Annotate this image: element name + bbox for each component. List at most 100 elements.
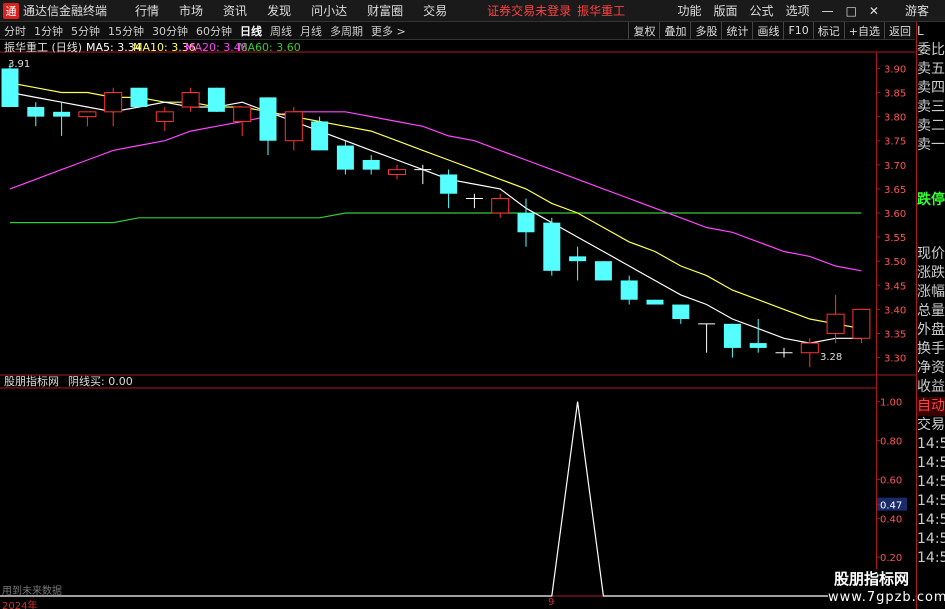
quote-sell1: 卖一 xyxy=(917,137,945,153)
menu-faxian[interactable]: 发现 xyxy=(257,2,301,19)
period-fenshi[interactable]: 分时 xyxy=(0,23,30,39)
menu-gongneng[interactable]: 功能 xyxy=(672,2,708,19)
current-stock-link[interactable]: 振华重工 xyxy=(577,2,625,19)
trade-tab[interactable]: 交易 xyxy=(917,416,945,435)
menu-xuanxiang[interactable]: 选项 xyxy=(780,2,816,19)
price-tick-label: 3.65 xyxy=(884,185,906,196)
price-tick-label: 3.80 xyxy=(884,113,906,124)
quote-sell4: 卖四 xyxy=(917,80,945,96)
price-tick-label: 3.60 xyxy=(884,209,906,220)
month-mark: 9 xyxy=(548,597,555,608)
price-tick-label: 3.90 xyxy=(884,64,906,75)
period-5min[interactable]: 5分钟 xyxy=(67,23,104,39)
fuquan-button[interactable]: 复权 xyxy=(628,21,659,40)
indicator-tick-label: 0.40 xyxy=(880,514,902,525)
indicator-tick-label: 0.80 xyxy=(880,437,902,448)
menu-hangqing[interactable]: 行情 xyxy=(125,2,169,19)
add-watchlist-button[interactable]: +自选 xyxy=(843,21,884,40)
period-more[interactable]: 更多 > xyxy=(367,23,410,39)
login-warning-link[interactable]: 证券交易未登录 xyxy=(487,2,571,19)
period-60min[interactable]: 60分钟 xyxy=(192,23,236,39)
quote-eps: 收益 xyxy=(917,379,945,395)
tick-time: 14:56 xyxy=(917,531,945,547)
candle xyxy=(1,63,19,107)
quote-sell3: 卖三 xyxy=(917,99,945,115)
quote-change: 涨跌 xyxy=(917,265,945,281)
menu-banmian[interactable]: 版面 xyxy=(708,2,744,19)
menu-zixun[interactable]: 资讯 xyxy=(213,2,257,19)
low-price-label: 3.28 xyxy=(820,352,842,363)
biaoji-button[interactable]: 标记 xyxy=(812,21,844,40)
indicator-tick-label: 1.00 xyxy=(880,398,902,409)
quote-header: L xyxy=(917,24,924,38)
close-icon[interactable]: ✕ xyxy=(863,4,885,18)
menu-wenxiaoda[interactable]: 问小达 xyxy=(301,2,357,19)
period-weekly[interactable]: 周线 xyxy=(266,23,296,39)
indicator-value: 阴线买: 0.00 xyxy=(68,374,133,388)
quote-turnover: 换手 xyxy=(917,341,945,357)
chart-stock-title: 振华重工 (日线) xyxy=(4,40,82,54)
quote-outer: 外盘 xyxy=(917,322,945,338)
tdx-terminal-window: 通 通达信金融终端 行情 市场 资讯 发现 问小达 财富圈 交易 证券交易未登录… xyxy=(0,0,945,609)
tick-time: 14:56 xyxy=(917,436,945,452)
quote-limit-down: 跌停 xyxy=(917,192,945,208)
candle xyxy=(852,308,871,344)
period-1min[interactable]: 1分钟 xyxy=(30,23,67,39)
back-button[interactable]: 返回 xyxy=(884,21,915,40)
diejia-button[interactable]: 叠加 xyxy=(659,21,690,40)
period-daily[interactable]: 日线 xyxy=(236,23,266,39)
app-logo-icon: 通 xyxy=(3,2,19,19)
price-tick-label: 3.75 xyxy=(884,137,906,148)
price-tick-label: 3.35 xyxy=(884,329,906,340)
quote-sell5: 卖五 xyxy=(917,61,945,77)
period-multi[interactable]: 多周期 xyxy=(326,23,367,39)
candle xyxy=(543,217,561,276)
watermark-name: 股朋指标网 xyxy=(833,570,909,588)
candle xyxy=(336,140,354,175)
price-tick-label: 3.55 xyxy=(884,233,906,244)
price-tick-label: 3.70 xyxy=(884,161,906,172)
right-menu: 功能 版面 公式 选项 — □ ✕ 游客 xyxy=(672,2,945,19)
quote-sell2: 卖二 xyxy=(917,118,945,134)
period-monthly[interactable]: 月线 xyxy=(296,23,326,39)
candle xyxy=(646,299,664,305)
tongji-button[interactable]: 统计 xyxy=(721,21,752,40)
menu-caifuquan[interactable]: 财富圈 xyxy=(357,2,413,19)
price-tick-label: 3.45 xyxy=(884,281,906,292)
auto-trade-tab[interactable]: 自动 xyxy=(917,397,945,416)
future-data-note: 用到未来数据 xyxy=(2,586,62,597)
indicator-name: 股朋指标网 xyxy=(4,374,59,388)
app-title: 通达信金融终端 xyxy=(23,4,108,18)
candle xyxy=(594,261,612,281)
f10-button[interactable]: F10 xyxy=(783,21,812,40)
tick-time: 14:56 xyxy=(917,474,945,490)
candle xyxy=(311,116,329,151)
menu-shichang[interactable]: 市场 xyxy=(169,2,213,19)
quote-volume: 总量 xyxy=(917,303,945,319)
tick-time: 14:56 xyxy=(917,493,945,509)
huaxian-button[interactable]: 画线 xyxy=(752,21,783,40)
indicator-tick-label: 0.60 xyxy=(880,475,902,486)
watermark-url: www.7gpzb.com xyxy=(828,590,945,605)
tick-time: 14:56 xyxy=(917,455,945,471)
menu-bar: 通 通达信金融终端 行情 市场 资讯 发现 问小达 财富圈 交易 证券交易未登录… xyxy=(0,0,945,22)
guest-label[interactable]: 游客 xyxy=(899,2,935,19)
ma60-label: MA60: 3.60 xyxy=(238,41,301,54)
period-15min[interactable]: 15分钟 xyxy=(104,23,148,39)
quote-weibi: 委比 xyxy=(917,42,945,58)
indicator-tick-label: 0.20 xyxy=(880,553,902,564)
duogu-button[interactable]: 多股 xyxy=(690,21,721,40)
price-tick-label: 3.30 xyxy=(884,354,906,365)
menu-gongshi[interactable]: 公式 xyxy=(744,2,780,19)
menu-jiaoyi[interactable]: 交易 xyxy=(413,2,457,19)
kline-chart[interactable]: 3.90 3.85 3.80 3.75 3.70 3.65 3.60 3.55 3.50 3.45… xyxy=(0,40,916,609)
tick-time: 14:56 xyxy=(917,550,945,566)
period-toolbar: 分时 1分钟 5分钟 15分钟 30分钟 60分钟 日线 周线 月线 多周期 更… xyxy=(0,21,915,40)
minimize-icon[interactable]: — xyxy=(816,4,840,18)
price-tick-label: 3.40 xyxy=(884,305,906,316)
indicator-tick-label: 0.47 xyxy=(880,501,902,512)
quote-change-pct: 涨幅 xyxy=(917,284,945,300)
period-30min[interactable]: 30分钟 xyxy=(148,23,192,39)
maximize-icon[interactable]: □ xyxy=(840,4,863,18)
quote-netasset: 净资 xyxy=(917,360,945,376)
